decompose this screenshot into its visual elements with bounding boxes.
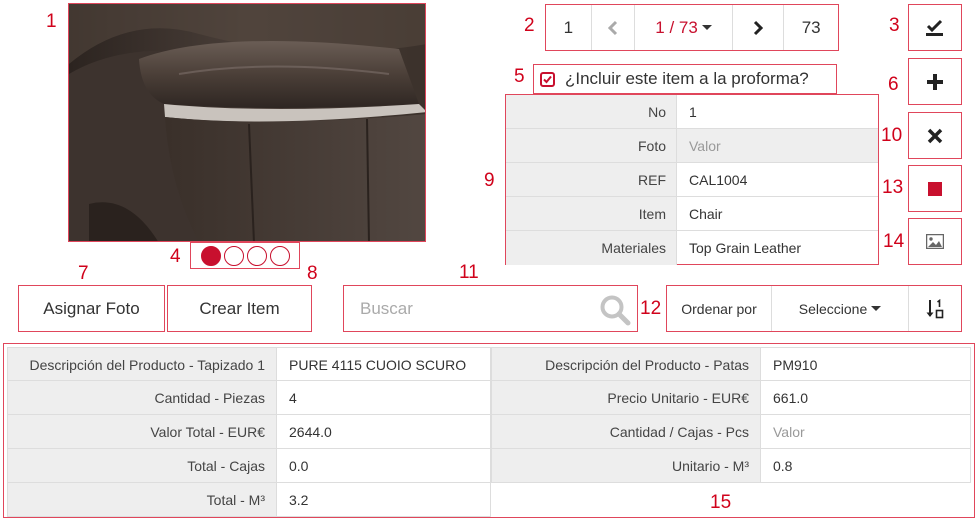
item-field-label: REF <box>506 163 677 196</box>
sort-control: Ordenar por Seleccione <box>666 285 962 332</box>
product-field-label: Precio Unitario - EUR€ <box>491 381 761 415</box>
product-field-value[interactable]: PM910 <box>761 347 971 381</box>
stop-square-icon <box>928 181 942 196</box>
annotation-9: 9 <box>484 170 495 191</box>
carousel-dot[interactable] <box>246 245 267 266</box>
first-page-button[interactable]: 1 <box>546 5 592 50</box>
product-field-row: Cantidad - Piezas 4 Precio Unitario - EUR€… <box>7 381 971 415</box>
assign-photo-button[interactable]: Asignar Foto <box>18 285 165 332</box>
product-field-value[interactable]: 0.8 <box>761 449 971 483</box>
product-field-label: Valor Total - EUR€ <box>7 415 277 449</box>
annotation-12: 12 <box>640 298 662 319</box>
product-field-label: Total - M³ <box>7 483 277 517</box>
current-page-label: 1 / 73 <box>655 17 698 37</box>
times-icon <box>927 128 943 143</box>
product-field-label: Descripción del Producto - Patas <box>491 347 761 381</box>
product-field-value[interactable]: Valor <box>761 415 971 449</box>
item-field-value[interactable]: 1 <box>677 95 878 128</box>
check-sign-icon <box>926 19 943 36</box>
annotation-3: 3 <box>889 15 900 36</box>
annotation-2: 2 <box>524 15 535 36</box>
caret-down-icon <box>701 25 712 30</box>
product-field-row: Total - M³ 3.2 <box>7 483 971 517</box>
item-detail-table: No 1 Foto Valor REF CAL1004 Item Chair Materiale… <box>505 94 879 265</box>
image-icon <box>926 234 944 249</box>
item-field-row: REF CAL1004 <box>506 163 878 197</box>
product-detail-table: Descripción del Producto - Tapizado 1 PUR… <box>3 343 975 518</box>
carousel-indicators <box>190 242 300 269</box>
include-in-proforma-checkbox[interactable]: ¿Incluir este item a la proforma? <box>533 64 837 94</box>
annotation-8: 8 <box>307 263 318 284</box>
previous-page-button[interactable] <box>592 5 636 50</box>
product-field-row: Valor Total - EUR€ 2644.0 Cantidad / Cajas… <box>7 415 971 449</box>
item-field-row: No 1 <box>506 95 878 129</box>
item-field-value[interactable]: Valor <box>677 129 878 162</box>
product-field-label: Total - Cajas <box>7 449 277 483</box>
item-field-label: No <box>506 95 677 128</box>
sort-select-dropdown[interactable]: Seleccione <box>772 286 909 331</box>
annotation-11: 11 <box>459 262 479 283</box>
item-field-row: Foto Valor <box>506 129 878 163</box>
chevron-right-icon <box>753 20 764 35</box>
product-field-label: Cantidad / Cajas - Pcs <box>491 415 761 449</box>
product-field-value[interactable]: 0.0 <box>277 449 491 483</box>
item-field-value[interactable]: Top Grain Leather <box>677 231 878 265</box>
sort-select-value: Seleccione <box>798 300 868 317</box>
item-field-value[interactable]: Chair <box>677 197 878 230</box>
product-field-row: Total - Cajas 0.0 Unitario - M³ 0.8 <box>7 449 971 483</box>
select-item-button[interactable] <box>908 4 962 51</box>
item-field-row: Materiales Top Grain Leather <box>506 231 878 265</box>
item-field-row: Item Chair <box>506 197 878 231</box>
item-field-label: Item <box>506 197 677 230</box>
next-page-button[interactable] <box>733 5 785 50</box>
product-field-label: Cantidad - Piezas <box>7 381 277 415</box>
annotation-7: 7 <box>78 263 89 284</box>
carousel-dot[interactable] <box>200 245 221 266</box>
product-photo <box>68 3 426 242</box>
product-field-value[interactable]: PURE 4115 CUOIO SCURO <box>277 347 491 381</box>
search-input[interactable] <box>360 298 590 319</box>
delete-item-button[interactable] <box>908 112 962 159</box>
annotation-13: 13 <box>882 177 904 198</box>
stop-button[interactable] <box>908 165 962 212</box>
annotation-1: 1 <box>46 11 57 32</box>
product-field-value[interactable]: 3.2 <box>277 483 491 517</box>
product-field-value[interactable]: 4 <box>277 381 491 415</box>
sort-direction-button[interactable] <box>909 286 961 331</box>
include-label: ¿Incluir este item a la proforma? <box>565 69 809 88</box>
create-item-button[interactable]: Crear Item <box>167 285 312 332</box>
annotation-6: 6 <box>888 74 899 95</box>
image-button[interactable] <box>908 218 962 265</box>
checked-box-icon <box>540 71 555 87</box>
carousel-dot[interactable] <box>223 245 244 266</box>
product-field-row: Descripción del Producto - Tapizado 1 PUR… <box>7 347 971 381</box>
annotation-14: 14 <box>883 231 905 252</box>
carousel-dot[interactable] <box>269 245 290 266</box>
page-select-dropdown[interactable]: 1 / 73 <box>635 5 733 50</box>
sort-label: Ordenar por <box>667 286 772 331</box>
product-field-value[interactable]: 2644.0 <box>277 415 491 449</box>
chevron-left-icon <box>608 20 618 35</box>
record-pager: 1 1 / 73 73 <box>545 4 839 51</box>
annotation-4: 4 <box>170 246 181 267</box>
leather-chair-image <box>69 4 425 241</box>
search-box <box>343 285 638 332</box>
item-field-label: Materiales <box>506 231 677 265</box>
annotation-10: 10 <box>881 125 903 146</box>
caret-down-icon <box>871 306 882 311</box>
sort-numeric-asc-icon <box>926 298 944 318</box>
last-page-button[interactable]: 73 <box>784 5 838 50</box>
item-field-label: Foto <box>506 129 677 162</box>
add-item-button[interactable] <box>908 58 962 105</box>
product-field-label: Descripción del Producto - Tapizado 1 <box>7 347 277 381</box>
annotation-5: 5 <box>514 66 525 87</box>
item-field-value[interactable]: CAL1004 <box>677 163 878 196</box>
plus-icon <box>927 73 943 90</box>
search-icon[interactable] <box>599 294 631 326</box>
product-field-value[interactable]: 661.0 <box>761 381 971 415</box>
product-field-label: Unitario - M³ <box>491 449 761 483</box>
